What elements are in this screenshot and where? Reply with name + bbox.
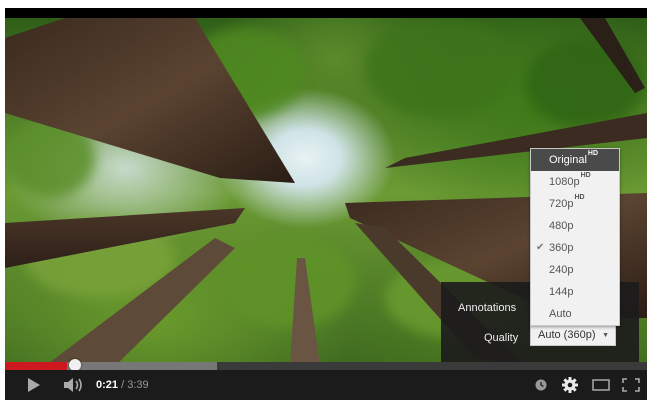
quality-option-240p[interactable]: 240p — [531, 259, 619, 281]
hd-badge: HD — [574, 194, 585, 201]
theater-mode-button[interactable] — [589, 370, 613, 400]
quality-option-label: 240p — [549, 264, 574, 276]
quality-menu: OriginalHD 1080pHD 720pHD 480p ✔ 360p 240p 144p… — [530, 148, 620, 326]
quality-option-auto[interactable]: Auto — [531, 303, 619, 325]
progress-bar[interactable] — [5, 359, 647, 371]
quality-option-720p[interactable]: 720pHD — [531, 193, 619, 215]
quality-option-label: 1080p — [549, 176, 580, 188]
quality-option-label: Original — [549, 154, 587, 166]
volume-button[interactable] — [59, 370, 89, 400]
dropdown-arrow-icon: ▼ — [602, 332, 609, 339]
quality-option-label: 480p — [549, 220, 574, 232]
hd-badge: HD — [587, 150, 599, 157]
fullscreen-button[interactable] — [618, 370, 644, 400]
fullscreen-icon — [622, 378, 640, 392]
time-separator: / — [121, 379, 125, 391]
theater-mode-icon — [592, 379, 610, 391]
time-display: 0:21 / 3:39 — [96, 370, 149, 400]
annotations-label[interactable]: Annotations — [458, 302, 516, 314]
quality-option-label: 144p — [549, 286, 574, 298]
watch-later-icon — [535, 379, 547, 391]
volume-icon — [64, 378, 82, 392]
control-bar: 0:21 / 3:39 — [5, 370, 647, 400]
video-player[interactable]: Annotations Quality Auto (360p) ▼ Origin… — [5, 8, 647, 400]
quality-option-480p[interactable]: 480p — [531, 215, 619, 237]
play-button[interactable] — [19, 370, 49, 400]
play-icon — [28, 378, 40, 392]
quality-option-original[interactable]: OriginalHD — [531, 149, 619, 171]
check-icon: ✔ — [536, 242, 545, 253]
quality-select-value: Auto (360p) — [538, 329, 596, 341]
hd-badge: HD — [580, 172, 591, 179]
quality-option-label: 720p — [549, 198, 574, 210]
current-time: 0:21 — [96, 379, 119, 391]
quality-option-144p[interactable]: 144p — [531, 281, 619, 303]
quality-option-label: Auto — [549, 308, 572, 320]
watch-later-button[interactable] — [530, 370, 552, 400]
quality-label: Quality — [484, 332, 519, 344]
gear-icon — [562, 377, 578, 393]
settings-button[interactable] — [558, 370, 582, 400]
quality-option-1080p[interactable]: 1080pHD — [531, 171, 619, 193]
progress-played — [5, 362, 67, 370]
quality-select[interactable]: Auto (360p) ▼ — [530, 325, 616, 346]
quality-option-360p[interactable]: ✔ 360p — [531, 237, 619, 259]
duration: 3:39 — [127, 379, 149, 391]
quality-option-label: 360p — [549, 242, 574, 254]
